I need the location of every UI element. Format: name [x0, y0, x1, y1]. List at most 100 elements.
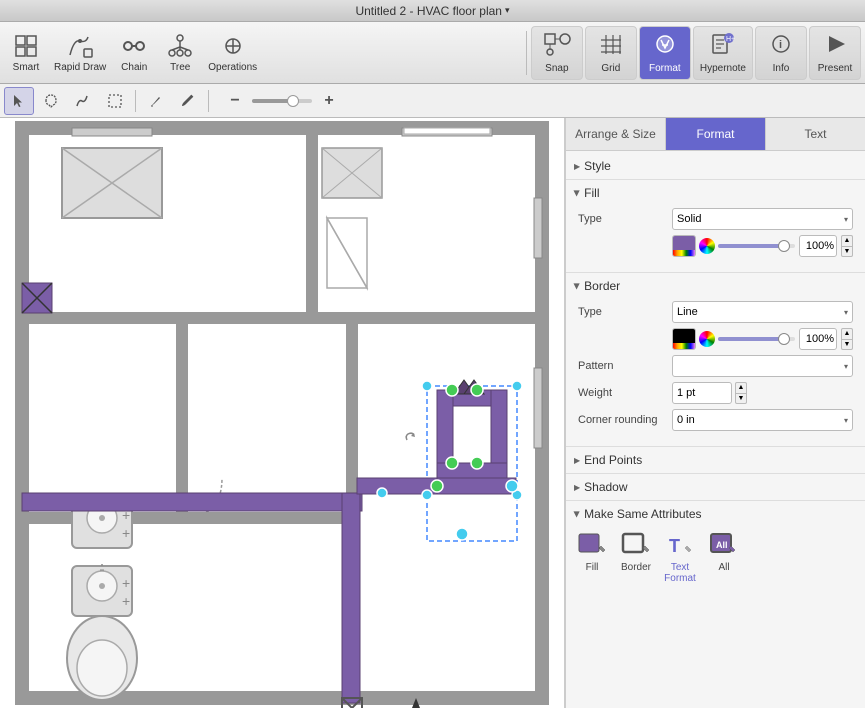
border-weight-input[interactable]: 1 pt [672, 382, 732, 404]
shadow-section-header[interactable]: ▶ Shadow [566, 476, 865, 498]
corner-rounding-row: Corner rounding 0 in ▾ [578, 409, 853, 431]
border-weight-row: Weight 1 pt ▲ ▼ [578, 382, 853, 404]
grid-label: Grid [601, 63, 620, 74]
format-icon [651, 32, 679, 61]
border-type-control: Line ▾ [672, 301, 853, 323]
make-same-border-label: Border [621, 562, 651, 573]
fill-opacity-slider-row: 100% ▲ ▼ [718, 235, 853, 257]
border-opacity-down[interactable]: ▼ [841, 339, 853, 351]
hypernote-icon: H+ [709, 32, 737, 61]
toolbar-rapid-draw[interactable]: Rapid Draw [50, 26, 110, 80]
border-section-content: Type Line ▾ [566, 297, 865, 444]
corner-rounding-control: 0 in ▾ [672, 409, 853, 431]
toolbar-format[interactable]: Format [639, 26, 691, 80]
border-pattern-arrow: ▾ [844, 362, 848, 371]
border-toggle-icon: ▶ [573, 283, 582, 289]
tree-label: Tree [170, 62, 190, 73]
make-same-all[interactable]: All All [706, 531, 742, 573]
corner-rounding-select[interactable]: 0 in ▾ [672, 409, 853, 431]
fill-color-circle[interactable] [699, 238, 715, 254]
tab-text[interactable]: Text [766, 118, 865, 150]
border-opacity-value[interactable]: 100% [799, 328, 837, 350]
border-color-spectrum [673, 343, 695, 349]
border-opacity-stepper[interactable]: ▲ ▼ [841, 328, 853, 350]
endpoints-section-header[interactable]: ▶ End Points [566, 449, 865, 471]
border-type-arrow: ▾ [844, 308, 848, 317]
border-type-value: Line [677, 306, 698, 318]
snap-label: Snap [545, 63, 568, 74]
border-opacity-slider[interactable] [718, 337, 795, 341]
svg-text:i: i [779, 39, 782, 51]
make-same-fill[interactable]: Fill [574, 531, 610, 573]
zoom-out-button[interactable]: − [220, 87, 250, 115]
fill-type-select[interactable]: Solid ▾ [672, 208, 853, 230]
toolbar-info[interactable]: i Info [755, 26, 807, 80]
border-pattern-control: ▾ [672, 355, 853, 377]
zoom-in-button[interactable]: + [314, 87, 344, 115]
toolbar-snap[interactable]: Snap [531, 26, 583, 80]
make-same-section-header[interactable]: ▶ Make Same Attributes [566, 503, 865, 525]
border-color-row: 100% ▲ ▼ [578, 328, 853, 350]
border-type-select[interactable]: Line ▾ [672, 301, 853, 323]
toolbar-chain[interactable]: Chain [112, 26, 156, 80]
rapid-draw-icon [64, 32, 96, 60]
fill-type-label: Type [578, 213, 668, 225]
fill-opacity-slider[interactable] [718, 244, 795, 248]
panel-content: ▶ Style ▶ Fill Type Solid ▾ [566, 151, 865, 708]
border-opacity-up[interactable]: ▲ [841, 328, 853, 339]
toolbar-tree[interactable]: Tree [158, 26, 202, 80]
fill-section-header[interactable]: ▶ Fill [566, 182, 865, 204]
tab-arrange-size[interactable]: Arrange & Size [566, 118, 666, 150]
make-same-fill-label: Fill [586, 562, 599, 573]
divider-4 [566, 473, 865, 474]
tab-format[interactable]: Format [666, 118, 766, 150]
toolbar-operations[interactable]: Operations [204, 26, 261, 80]
fill-type-value: Solid [677, 213, 701, 225]
toolbar-hypernote[interactable]: H+ Hypernote [693, 26, 753, 80]
operations-label: Operations [208, 62, 257, 73]
info-label: Info [773, 63, 790, 74]
toolbar-present[interactable]: Present [809, 26, 861, 80]
border-color-swatch[interactable] [672, 328, 696, 350]
make-same-text-format-label: TextFormat [664, 562, 696, 584]
border-color-control: 100% ▲ ▼ [672, 328, 853, 350]
fill-section-label: Fill [584, 186, 599, 200]
fill-opacity-down[interactable]: ▼ [841, 246, 853, 258]
grid-icon [597, 32, 625, 61]
fill-opacity-up[interactable]: ▲ [841, 235, 853, 246]
toolbar-grid[interactable]: Grid [585, 26, 637, 80]
make-same-text-format[interactable]: T TextFormat [662, 531, 698, 584]
main-area: + + + + [0, 118, 865, 708]
endpoints-section-label: End Points [584, 453, 642, 467]
smart-icon [10, 32, 42, 60]
make-same-grid: Fill Border T TextFormat [566, 525, 865, 590]
fill-opacity-stepper[interactable]: ▲ ▼ [841, 235, 853, 257]
title-dropdown-arrow[interactable]: ▾ [505, 5, 510, 16]
zoom-slider[interactable] [252, 99, 312, 103]
tool-pointer[interactable] [4, 87, 34, 115]
tool-pen[interactable] [141, 87, 171, 115]
toolbar-smart[interactable]: Smart [4, 26, 48, 80]
tools-separator-2 [208, 90, 209, 112]
tool-rect-select[interactable] [100, 87, 130, 115]
fill-type-row: Type Solid ▾ [578, 208, 853, 230]
fill-type-control: Solid ▾ [672, 208, 853, 230]
rapid-draw-label: Rapid Draw [54, 62, 106, 73]
fill-opacity-value[interactable]: 100% [799, 235, 837, 257]
border-weight-value: 1 pt [677, 387, 695, 399]
border-section-header[interactable]: ▶ Border [566, 275, 865, 297]
border-color-circle[interactable] [699, 331, 715, 347]
tool-brush[interactable] [173, 87, 203, 115]
style-section-header[interactable]: ▶ Style [566, 155, 865, 177]
tool-lasso[interactable] [36, 87, 66, 115]
tool-freehand[interactable] [68, 87, 98, 115]
fill-color-swatch[interactable] [672, 235, 696, 257]
make-same-border[interactable]: Border [618, 531, 654, 573]
border-weight-up[interactable]: ▲ [735, 382, 747, 393]
corner-rounding-arrow: ▾ [844, 416, 848, 425]
chain-icon [118, 32, 150, 60]
canvas[interactable]: + + + + [0, 118, 565, 708]
border-weight-stepper[interactable]: ▲ ▼ [735, 382, 747, 404]
border-weight-down[interactable]: ▼ [735, 393, 747, 405]
border-pattern-select[interactable]: ▾ [672, 355, 853, 377]
